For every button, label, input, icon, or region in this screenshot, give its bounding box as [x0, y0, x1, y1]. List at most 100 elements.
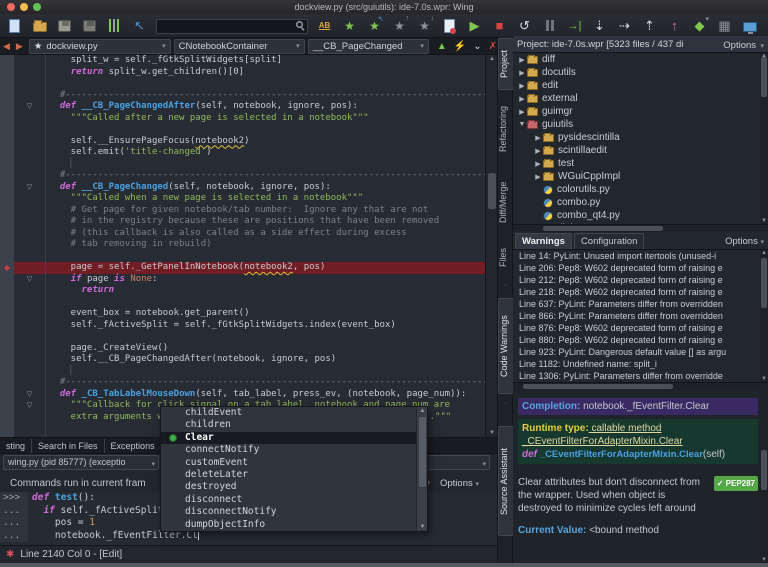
probe-options-button[interactable]: Options ▾	[440, 478, 479, 489]
runtime-class-link[interactable]: _CEventFilterForAdapterMixin.Clear	[522, 436, 683, 447]
editor-scrollbar[interactable]: ▲ ▼	[485, 55, 497, 437]
tab-dockview[interactable]: ★ dockview.py ▾	[29, 39, 171, 54]
tree-expand-icon[interactable]: ▶	[517, 95, 527, 103]
vertical-tab-refactoring[interactable]: Refactoring	[498, 92, 513, 166]
fold-arrow-icon[interactable]: ▽	[14, 389, 46, 401]
debug-console-button[interactable]	[741, 17, 758, 34]
code-line[interactable]	[0, 78, 485, 90]
vertical-tab-code-warnings[interactable]: Code Warnings	[498, 298, 513, 394]
completion-item[interactable]: disconnect	[161, 494, 427, 506]
debug-process-select[interactable]: wing.py (pid 85777) (exceptio ▾	[3, 455, 159, 470]
code-line[interactable]: # (this callback is also called as a sid…	[0, 228, 485, 240]
tree-item[interactable]: ▼guiutils	[513, 118, 760, 131]
step-over-call-button[interactable]: ⇣	[591, 17, 608, 34]
code-line[interactable]	[0, 297, 485, 309]
tree-item[interactable]: combo.py	[513, 196, 760, 209]
scroll-up-icon[interactable]: ▲	[760, 250, 768, 256]
tree-expand-icon[interactable]: ▶	[517, 56, 527, 64]
new-file-button[interactable]	[6, 17, 23, 34]
completion-item[interactable]: children	[161, 419, 427, 431]
tab-scope-class[interactable]: CNotebookContainer ▾	[174, 39, 305, 54]
completion-item[interactable]: dumpObjectInfo	[161, 519, 427, 531]
vertical-tab-diff-merge[interactable]: Diff/Merge	[498, 168, 513, 236]
tree-expand-icon[interactable]: ▶	[517, 69, 527, 77]
code-line[interactable]: return split_w.get_children()[0]	[0, 67, 485, 79]
code-line[interactable]: self.emit('title-changed')	[0, 147, 485, 159]
tree-item[interactable]: ▶pysidescintilla	[513, 131, 760, 144]
step-out-button[interactable]: ⇡	[641, 17, 658, 34]
tree-expand-icon[interactable]: ▶	[517, 108, 527, 116]
warning-row[interactable]: Line 1306: PyLint: Parameters differ fro…	[513, 370, 760, 382]
completion-item[interactable]: deleteLater	[161, 469, 427, 481]
autocomplete-scrollbar[interactable]: ▲ ▼	[416, 407, 427, 531]
code-line[interactable]: #---------------------------------------…	[0, 377, 485, 389]
scroll-up-icon[interactable]: ▲	[417, 408, 428, 414]
tree-expand-icon[interactable]: ▶	[533, 160, 543, 168]
bottom-tab-sting[interactable]: sting	[0, 439, 32, 453]
tree-item[interactable]: ▶guimgr	[513, 105, 760, 118]
tree-item[interactable]: ▶test	[513, 157, 760, 170]
warning-row[interactable]: Line 1182: Undefined name: split_i	[513, 358, 760, 370]
breakpoint-icon[interactable]: ◆	[0, 262, 14, 274]
scrollbar-thumb[interactable]	[761, 450, 767, 490]
profiler-button[interactable]	[106, 17, 123, 34]
goto-selection-button[interactable]: ↖	[131, 17, 148, 34]
scrollbar-thumb[interactable]	[419, 417, 426, 487]
tree-item[interactable]: ▶edit	[513, 79, 760, 92]
tree-expand-icon[interactable]: ▶	[533, 173, 543, 181]
debug-file-button[interactable]	[441, 17, 458, 34]
code-line[interactable]: # tab removing in rebuild)	[0, 239, 485, 251]
restart-debug-button[interactable]: ↺	[516, 17, 533, 34]
code-line[interactable]: """Called after a new page is selected i…	[0, 113, 485, 125]
open-file-button[interactable]	[31, 17, 48, 34]
fold-arrow-icon[interactable]: ▽	[14, 274, 46, 286]
tab-scope-method[interactable]: __CB_PageChanged ▾	[308, 39, 429, 54]
tree-item[interactable]: ▶scintillaedit	[513, 144, 760, 157]
code-line[interactable]: page._CreateView()	[0, 343, 485, 355]
chevron-down-icon[interactable]: ⌄	[473, 41, 481, 52]
code-line[interactable]: ◆ page = self._GetPanelInNotebook(notebo…	[0, 262, 485, 274]
warning-row[interactable]: Line 206: Pep8: W602 deprecated form of …	[513, 262, 760, 274]
code-line[interactable]: self._fActiveSplit = self._fGtkSplitWidg…	[0, 320, 485, 332]
frame-up-button[interactable]: ↑	[666, 17, 683, 34]
warnings-options-button[interactable]: Options ▾	[725, 236, 764, 249]
chevron-down-icon[interactable]: ▾	[296, 42, 300, 50]
run-debug-button[interactable]: ▶	[466, 17, 483, 34]
close-icon[interactable]: ✗	[489, 41, 497, 52]
completion-item[interactable]: disconnectNotify	[161, 506, 427, 518]
scrollbar-thumb[interactable]	[761, 57, 767, 97]
tab-configuration[interactable]: Configuration	[574, 233, 645, 249]
vertical-tab-project[interactable]: Project	[498, 38, 513, 90]
scroll-down-icon[interactable]: ▼	[417, 524, 428, 530]
code-line[interactable]: event_box = notebook.get_parent()	[0, 308, 485, 320]
project-tree-hscrollbar[interactable]	[513, 224, 768, 232]
code-line[interactable]: # Get page for given notebook/tab number…	[0, 205, 485, 217]
code-line[interactable]: self.__EnsurePageFocus(notebook2)	[0, 136, 485, 148]
code-line[interactable]	[0, 251, 485, 263]
chevron-down-icon[interactable]: ▾	[420, 42, 424, 50]
pause-button[interactable]	[541, 17, 558, 34]
search-input[interactable]	[156, 19, 308, 34]
completion-item[interactable]: Clear	[161, 432, 427, 444]
project-options-button[interactable]: Options ▾	[723, 35, 764, 53]
add-bookmark-button[interactable]: ★	[341, 17, 358, 34]
bottom-tab-exceptions[interactable]: Exceptions	[105, 439, 162, 453]
code-line[interactable]: #---------------------------------------…	[0, 170, 485, 182]
tree-item[interactable]: ▶docutils	[513, 66, 760, 79]
tree-expand-icon[interactable]: ▼	[517, 121, 527, 128]
code-line[interactable]: ▽ def __CB_PageChanged(self, notebook, i…	[0, 182, 485, 194]
warning-row[interactable]: Line 866: PyLint: Parameters differ from…	[513, 310, 760, 322]
warning-row[interactable]: Line 637: PyLint: Parameters differ from…	[513, 298, 760, 310]
triangle-up-icon[interactable]: ▲	[437, 41, 447, 52]
breakpoint-manager-button[interactable]: ▦	[716, 17, 733, 34]
warnings-scrollbar[interactable]: ▲ ▼	[760, 250, 768, 382]
code-line[interactable]: ▏	[0, 159, 485, 171]
code-line[interactable]: ▏	[0, 366, 485, 378]
save-as-button[interactable]	[81, 17, 98, 34]
vertical-tab-source-assistant[interactable]: Source Assistant	[498, 426, 513, 536]
tab-warnings[interactable]: Warnings	[515, 233, 572, 249]
code-line[interactable]: #---------------------------------------…	[0, 90, 485, 102]
scrollbar-thumb[interactable]	[543, 226, 663, 231]
tree-item[interactable]: colorutils.py	[513, 183, 760, 196]
warning-row[interactable]: Line 14: PyLint: Unused import itertools…	[513, 250, 760, 262]
